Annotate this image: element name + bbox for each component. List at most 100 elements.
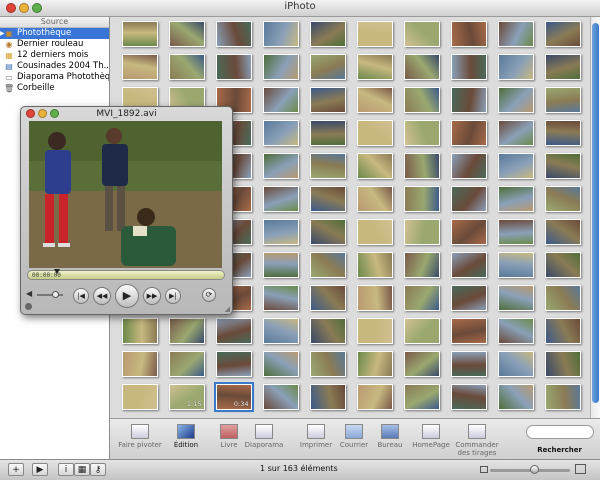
- photo-thumbnail[interactable]: [356, 20, 393, 47]
- photo-thumbnail[interactable]: [309, 317, 346, 344]
- photo-thumbnail[interactable]: [497, 350, 534, 377]
- photo-thumbnail[interactable]: [262, 86, 299, 113]
- source-item-diaporama[interactable]: ▭ Diaporama Photothèque: [0, 72, 109, 83]
- add-album-button[interactable]: +: [8, 463, 24, 476]
- volume-knob[interactable]: [52, 291, 60, 298]
- photo-thumbnail[interactable]: [403, 119, 440, 146]
- photo-thumbnail[interactable]: [356, 317, 393, 344]
- photo-thumbnail[interactable]: [309, 383, 346, 410]
- photo-thumbnail[interactable]: [403, 284, 440, 311]
- photo-thumbnail[interactable]: [262, 53, 299, 80]
- photo-thumbnail[interactable]: 0:34: [213, 381, 254, 412]
- vertical-scrollbar[interactable]: [590, 17, 600, 418]
- photo-thumbnail[interactable]: [121, 350, 158, 377]
- photo-thumbnail[interactable]: [262, 152, 299, 179]
- photo-thumbnail[interactable]: [450, 251, 487, 278]
- photo-thumbnail[interactable]: [450, 284, 487, 311]
- photo-thumbnail[interactable]: [450, 119, 487, 146]
- play-slideshow-button[interactable]: ▶: [32, 463, 48, 476]
- source-item-phototheque[interactable]: ▶ ▣ Photothèque: [0, 28, 109, 39]
- photo-thumbnail[interactable]: [544, 350, 581, 377]
- video-frame[interactable]: [29, 121, 222, 268]
- photo-thumbnail[interactable]: [262, 185, 299, 212]
- photo-thumbnail[interactable]: [544, 20, 581, 47]
- photo-thumbnail[interactable]: [450, 152, 487, 179]
- photo-thumbnail[interactable]: [262, 350, 299, 377]
- photo-thumbnail[interactable]: [544, 251, 581, 278]
- photo-thumbnail[interactable]: [403, 86, 440, 113]
- source-item-dernier-rouleau[interactable]: ◉ Dernier rouleau: [0, 39, 109, 50]
- go-to-end-button[interactable]: ▶|: [165, 288, 181, 304]
- photo-thumbnail[interactable]: [403, 218, 440, 245]
- edit-button[interactable]: Édition: [162, 424, 210, 449]
- photo-thumbnail[interactable]: [544, 284, 581, 311]
- photo-thumbnail[interactable]: [356, 383, 393, 410]
- photo-thumbnail[interactable]: [356, 284, 393, 311]
- photo-thumbnail[interactable]: [215, 350, 252, 377]
- photo-thumbnail[interactable]: [309, 284, 346, 311]
- photo-thumbnail[interactable]: [544, 218, 581, 245]
- source-item-corbeille[interactable]: 🗑 Corbeille: [0, 83, 109, 94]
- photo-thumbnail[interactable]: [544, 119, 581, 146]
- fast-forward-button[interactable]: ▶▶: [143, 287, 161, 305]
- photo-thumbnail[interactable]: [356, 185, 393, 212]
- photo-thumbnail[interactable]: [497, 284, 534, 311]
- photo-thumbnail[interactable]: [544, 152, 581, 179]
- photo-thumbnail[interactable]: [497, 185, 534, 212]
- photo-thumbnail[interactable]: [497, 152, 534, 179]
- photo-thumbnail[interactable]: [262, 218, 299, 245]
- photo-thumbnail[interactable]: [121, 383, 158, 410]
- photo-thumbnail[interactable]: [168, 350, 205, 377]
- photo-thumbnail[interactable]: [356, 86, 393, 113]
- photo-thumbnail[interactable]: [497, 53, 534, 80]
- photo-thumbnail[interactable]: [497, 119, 534, 146]
- photo-thumbnail[interactable]: [356, 53, 393, 80]
- source-item-cousinades[interactable]: ▤ Cousinades 2004 Th...: [0, 61, 109, 72]
- photo-thumbnail[interactable]: [403, 317, 440, 344]
- photo-thumbnail[interactable]: [168, 53, 205, 80]
- photo-thumbnail[interactable]: [121, 53, 158, 80]
- photo-thumbnail[interactable]: [309, 185, 346, 212]
- photo-thumbnail[interactable]: [403, 251, 440, 278]
- photo-thumbnail[interactable]: [262, 317, 299, 344]
- search-input[interactable]: [526, 425, 594, 439]
- calendar-button[interactable]: ▦: [74, 463, 90, 476]
- photo-thumbnail[interactable]: [450, 383, 487, 410]
- photo-thumbnail[interactable]: [262, 383, 299, 410]
- photo-thumbnail[interactable]: [497, 383, 534, 410]
- photo-thumbnail[interactable]: [356, 218, 393, 245]
- photo-thumbnail[interactable]: [450, 185, 487, 212]
- go-to-start-button[interactable]: |◀: [73, 288, 89, 304]
- photo-thumbnail[interactable]: [497, 317, 534, 344]
- photo-thumbnail[interactable]: [403, 53, 440, 80]
- photo-thumbnail[interactable]: [403, 152, 440, 179]
- photo-thumbnail[interactable]: [215, 317, 252, 344]
- photo-thumbnail[interactable]: [450, 350, 487, 377]
- photo-thumbnail[interactable]: [356, 119, 393, 146]
- slideshow-button[interactable]: Diaporama: [240, 424, 288, 449]
- playhead-icon[interactable]: [54, 269, 61, 274]
- photo-thumbnail[interactable]: [262, 119, 299, 146]
- photo-thumbnail[interactable]: [544, 53, 581, 80]
- photo-thumbnail[interactable]: [497, 20, 534, 47]
- photo-thumbnail[interactable]: [544, 185, 581, 212]
- zoom-knob[interactable]: [530, 465, 539, 474]
- photo-thumbnail[interactable]: [356, 251, 393, 278]
- photo-thumbnail[interactable]: [356, 350, 393, 377]
- timeline-scrubber[interactable]: 00:00:00: [27, 269, 225, 280]
- rotate-button[interactable]: Faire pivoter: [116, 424, 164, 449]
- play-button[interactable]: ▶: [115, 284, 139, 308]
- photo-thumbnail[interactable]: [309, 119, 346, 146]
- rewind-button[interactable]: ◀◀: [93, 287, 111, 305]
- volume-slider[interactable]: [37, 294, 63, 296]
- photo-thumbnail[interactable]: [262, 251, 299, 278]
- scrollbar-thumb[interactable]: [592, 23, 599, 403]
- photo-thumbnail[interactable]: [497, 86, 534, 113]
- photo-thumbnail[interactable]: [262, 284, 299, 311]
- loop-button[interactable]: ⟳: [202, 288, 216, 302]
- photo-thumbnail[interactable]: [309, 350, 346, 377]
- photo-thumbnail[interactable]: [497, 251, 534, 278]
- photo-thumbnail[interactable]: [121, 317, 158, 344]
- photo-thumbnail[interactable]: [309, 152, 346, 179]
- photo-thumbnail[interactable]: [403, 185, 440, 212]
